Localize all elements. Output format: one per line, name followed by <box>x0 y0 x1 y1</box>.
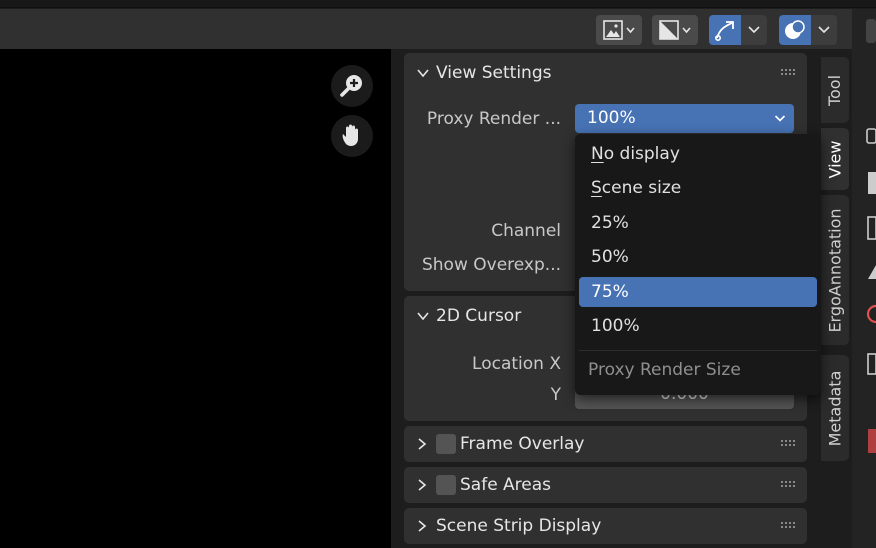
safe-areas-checkbox[interactable] <box>436 475 456 495</box>
header-toolbar <box>0 9 852 49</box>
channel-mode-button[interactable] <box>652 15 698 45</box>
tab-label: Metadata <box>825 370 845 446</box>
sequencer-preview[interactable] <box>0 49 391 548</box>
chevron-down-icon <box>818 26 830 34</box>
proxy-render-dropdown[interactable]: 100% <box>575 104 794 133</box>
zoom-in-icon <box>340 75 362 97</box>
tab-label: Tool <box>825 74 845 106</box>
image-channel-icon <box>659 20 691 40</box>
sidebar-tabs: Tool View ErgoAnnotation Metadata <box>821 49 852 548</box>
panel-title: Safe Areas <box>460 475 552 495</box>
frame-overlay-panel[interactable]: Frame Overlay <box>404 426 807 462</box>
view-settings-header[interactable]: View Settings <box>404 53 807 93</box>
gizmo-icon <box>714 21 734 41</box>
menu-item-75[interactable]: 75% <box>579 277 817 307</box>
display-mode-button[interactable] <box>596 15 642 45</box>
chevron-down-icon <box>417 312 429 321</box>
menu-item-label: 100% <box>591 316 640 336</box>
tab-ergoannotation[interactable]: ErgoAnnotation <box>821 195 849 345</box>
tab-label: View <box>825 140 845 178</box>
show-overexposed-label: Show Overexp... <box>421 255 561 275</box>
scene-strip-display-panel[interactable]: Scene Strip Display <box>404 508 807 544</box>
menu-item-mnemonic: S <box>591 178 602 198</box>
frame-overlay-checkbox[interactable] <box>436 434 456 454</box>
drag-handle-icon[interactable] <box>781 69 797 77</box>
panel-title: Frame Overlay <box>460 434 585 454</box>
drag-handle-icon[interactable] <box>781 481 797 489</box>
pan-gizmo[interactable] <box>331 115 373 157</box>
menu-item-label: o display <box>603 144 680 164</box>
chevron-down-icon <box>774 115 786 122</box>
image-display-icon <box>603 20 635 40</box>
side-toolbar-icons <box>866 19 876 453</box>
location-x-label: Location X <box>472 354 561 374</box>
menu-item-50[interactable]: 50% <box>579 242 817 272</box>
panel-title: 2D Cursor <box>436 306 522 326</box>
tab-metadata[interactable]: Metadata <box>821 355 849 461</box>
menu-item-25[interactable]: 25% <box>579 208 817 238</box>
menu-title: Proxy Render Size <box>588 360 741 380</box>
menu-item-no-display[interactable]: No display <box>579 139 817 169</box>
chevron-right-icon <box>418 438 427 450</box>
safe-areas-panel[interactable]: Safe Areas <box>404 467 807 503</box>
tab-view[interactable]: View <box>821 128 849 190</box>
channel-label: Channel <box>491 221 561 241</box>
menu-item-label: 25% <box>591 213 629 233</box>
tab-tool[interactable]: Tool <box>821 57 849 123</box>
drag-handle-icon[interactable] <box>781 522 797 530</box>
proxy-render-value: 100% <box>587 108 636 128</box>
menu-item-label: 75% <box>591 282 629 302</box>
hand-icon <box>342 124 358 146</box>
menu-item-label: cene size <box>601 178 682 198</box>
menu-item-100[interactable]: 100% <box>579 311 817 341</box>
drag-handle-icon[interactable] <box>781 440 797 448</box>
proxy-render-size-menu: No display Scene size 25% 50% 75% 100% P… <box>575 134 821 395</box>
panel-title: View Settings <box>436 63 552 83</box>
chevron-down-icon <box>417 69 429 78</box>
chevron-down-icon <box>748 26 760 34</box>
gizmo-toggle-button[interactable] <box>709 15 741 45</box>
chevron-right-icon <box>418 520 427 532</box>
chevron-right-icon <box>418 479 427 491</box>
overlay-icon <box>785 20 805 39</box>
zoom-gizmo[interactable] <box>331 65 373 107</box>
menu-item-label: 50% <box>591 247 629 267</box>
overlay-toggle-button[interactable] <box>779 15 811 45</box>
menu-separator <box>579 350 817 351</box>
panel-title: Scene Strip Display <box>436 516 602 536</box>
top-bar <box>0 0 876 8</box>
menu-item-scene-size[interactable]: Scene size <box>579 173 817 203</box>
tab-label: ErgoAnnotation <box>825 207 845 333</box>
right-edge-strip <box>852 9 876 548</box>
menu-item-mnemonic: N <box>591 144 604 164</box>
proxy-render-label: Proxy Render ... <box>426 109 561 129</box>
gizmo-dropdown-button[interactable] <box>741 15 767 45</box>
overlay-dropdown-button[interactable] <box>811 15 837 45</box>
location-y-label: Y <box>550 385 561 405</box>
